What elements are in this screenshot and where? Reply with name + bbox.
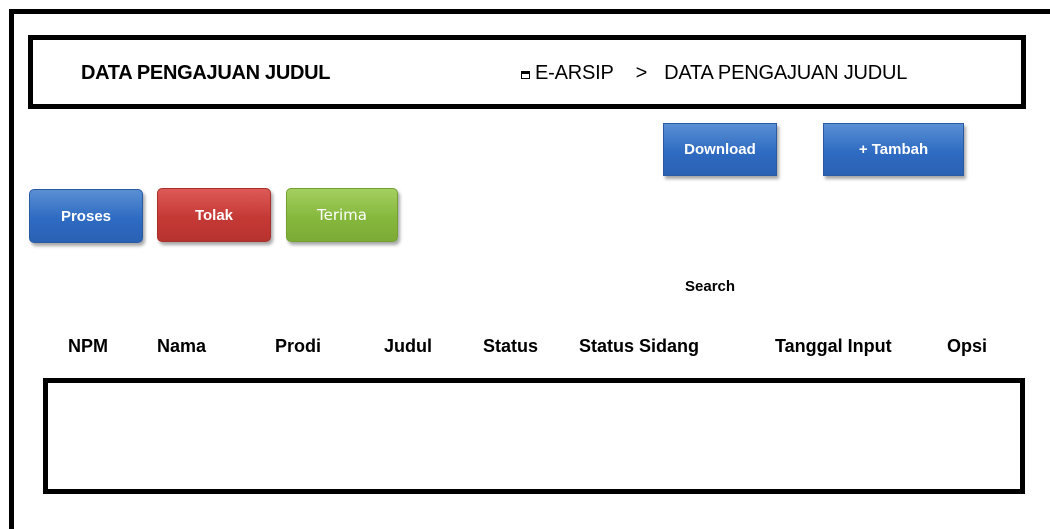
breadcrumb: E-ARSIP > DATA PENGAJUAN JUDUL: [521, 62, 907, 85]
table-body: [43, 378, 1025, 494]
breadcrumb-current: DATA PENGAJUAN JUDUL: [664, 62, 908, 84]
add-button[interactable]: + Tambah: [823, 123, 964, 176]
folder-icon: [521, 70, 530, 79]
search-label[interactable]: Search: [685, 278, 735, 295]
page-header: DATA PENGAJUAN JUDUL E-ARSIP > DATA PENG…: [28, 35, 1026, 109]
column-header-status: Status: [483, 336, 539, 356]
breadcrumb-separator: >: [635, 62, 648, 84]
column-header-tanggal-input: Tanggal Input: [775, 336, 892, 356]
proses-button[interactable]: Proses: [29, 189, 143, 243]
column-header-status-sidang: Status Sidang: [579, 336, 700, 356]
terima-button[interactable]: Terima: [286, 188, 398, 242]
column-header-npm: NPM: [68, 336, 108, 356]
breadcrumb-root[interactable]: E-ARSIP: [535, 62, 614, 85]
column-header-nama: Nama: [157, 336, 207, 356]
column-header-opsi: Opsi: [947, 336, 988, 356]
column-header-prodi: Prodi: [275, 336, 322, 356]
column-header-judul: Judul: [384, 336, 432, 356]
page-title: DATA PENGAJUAN JUDUL: [81, 62, 331, 84]
tolak-button[interactable]: Tolak: [157, 188, 271, 242]
download-button[interactable]: Download: [663, 123, 777, 176]
